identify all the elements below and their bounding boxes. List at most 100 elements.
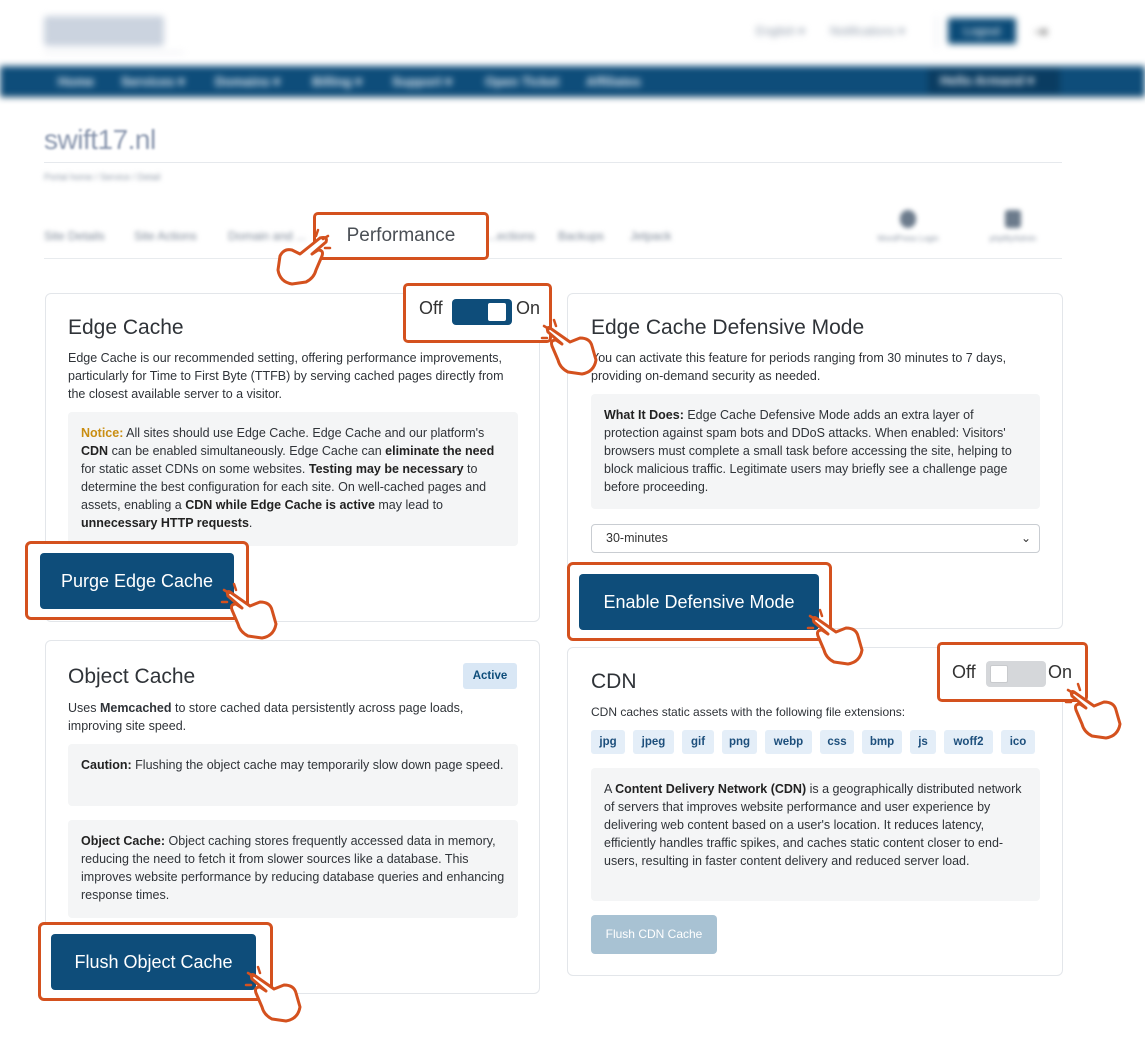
object-cache-info: Object Cache: Object caching stores freq… [68,820,518,918]
ext-badge: css [820,730,854,754]
tab-site-actions[interactable]: Site Actions [134,229,197,243]
ext-badge: jpg [591,730,625,754]
duration-select[interactable]: 30-minutes ⌄ [591,524,1040,553]
notice-testing: Testing may be necessary [308,462,464,476]
status-badge: Active [463,663,517,689]
flush-object-highlight: Flush Object Cache [38,922,273,1001]
defensive-mode-info: What It Does: Edge Cache Defensive Mode … [591,394,1040,509]
edge-cache-toggle[interactable] [452,299,512,325]
pointing-hand-icon [1064,682,1122,740]
memcached-text: Memcached [99,701,172,715]
desc-text: Uses [68,701,100,715]
enable-defensive-mode-button[interactable]: Enable Defensive Mode [579,574,819,630]
wordpress-login-tool[interactable]: WordPress Login [873,210,943,243]
caution-label: Caution: [81,758,132,772]
site-logo[interactable]: swiftHost [44,16,164,46]
flush-cdn-cache-button[interactable]: Flush CDN Cache [591,915,717,954]
phpmyadmin-tool[interactable]: phpMyAdmin [978,210,1048,243]
defensive-mode-description: You can activate this feature for period… [591,351,1007,383]
sign-out-icon[interactable]: ⇥ [1034,22,1047,42]
pointing-hand-icon [276,228,332,286]
cdn-info-text: A [604,782,616,796]
nav-support[interactable]: Support ▾ [392,74,452,90]
ext-badge: png [722,730,757,754]
page-title: swift17.nl [44,124,156,155]
notice-cdn: CDN [81,444,109,458]
ext-badge: jpeg [633,730,674,754]
edge-cache-description: Edge Cache is our recommended setting, o… [68,351,504,401]
flush-object-cache-button[interactable]: Flush Object Cache [51,934,256,990]
object-cache-caution: Caution: Flushing the object cache may t… [68,744,518,806]
pointing-hand-icon [220,582,278,640]
ext-badge: js [910,730,936,754]
pointing-hand-icon [540,318,598,376]
ext-badge: bmp [862,730,902,754]
breadcrumb: Portal home / Service / Detail [44,172,161,182]
chevron-down-icon: ⌄ [1020,531,1031,545]
object-cache-title: Object Cache [68,665,196,688]
notice-eliminate: eliminate the need [385,444,495,458]
cdn-title: CDN [591,670,637,693]
edge-toggle-off-label: Off [419,298,443,318]
pointing-hand-icon [244,965,302,1023]
toggle-knob [990,665,1008,683]
header-divider [936,16,937,48]
top-header: swiftHost English ▾ Notifications ▾ Logo… [0,0,1145,66]
ext-badge: webp [765,730,812,754]
duration-value: 30-minutes [606,531,668,545]
cdn-toggle[interactable] [986,661,1046,687]
what-it-does-label: What It Does: [604,408,684,422]
title-divider [44,162,1062,163]
tab-backups[interactable]: Backups [558,229,604,243]
nav-services[interactable]: Services ▾ [121,74,185,90]
notifications-menu[interactable]: Notifications ▾ [830,24,905,38]
notice-label: Notice: [81,426,124,440]
notice-text: can be enabled simultaneously. Edge Cach… [108,444,386,458]
main-nav: Home Services ▾ Domains ▾ Billing ▾ Supp… [0,66,1145,97]
notice-text: may lead to [374,498,443,512]
tab-site-details[interactable]: Site Details [44,229,105,243]
toggle-knob [488,303,506,321]
logout-button[interactable]: Logout [948,18,1016,44]
nav-home[interactable]: Home [58,74,94,89]
purge-highlight: Purge Edge Cache [25,541,249,620]
notice-cdn-while: CDN while Edge Cache is active [185,498,375,512]
ext-badge: ico [1001,730,1035,754]
enable-defensive-highlight: Enable Defensive Mode [567,562,832,641]
cdn-description: CDN caches static assets with the follow… [591,705,906,719]
cdn-info-bold: Content Delivery Network (CDN) [615,782,807,796]
notice-text: for static asset CDNs on some websites. [81,462,309,476]
edge-cache-title: Edge Cache [68,316,184,339]
edge-toggle-on-label: On [516,298,541,318]
tabs-divider [44,258,1062,259]
purge-edge-cache-button[interactable]: Purge Edge Cache [40,553,234,609]
user-menu[interactable]: Hello Armand ▾ [928,69,1060,93]
notice-unnecessary: unnecessary HTTP requests [81,516,249,530]
language-selector[interactable]: English ▾ [756,24,805,38]
notice-text: . [248,516,253,530]
object-cache-description: Uses Memcached to store cached data pers… [68,699,508,735]
tab-connections[interactable]: ...ections [487,229,535,243]
pointing-hand-icon [806,608,864,666]
ext-badge: gif [682,730,714,754]
edge-cache-toggle-highlight: Off On [403,283,552,343]
tab-performance[interactable]: Performance [313,212,489,260]
wordpress-icon [900,210,916,228]
logo-divider [44,52,184,53]
cdn-toggle-off-label: Off [952,662,976,682]
nav-open-ticket[interactable]: Open Ticket [485,74,559,89]
object-cache-info-label: Object Cache: [81,834,166,848]
defensive-mode-title: Edge Cache Defensive Mode [591,316,865,339]
cdn-info: A Content Delivery Network (CDN) is a ge… [591,768,1040,901]
database-icon [1005,210,1021,228]
tab-jetpack[interactable]: Jetpack [630,229,671,243]
wordpress-login-label: WordPress Login [877,234,939,243]
ext-badge: woff2 [944,730,993,754]
caution-text: Flushing the object cache may temporaril… [131,758,504,772]
phpmyadmin-label: phpMyAdmin [989,234,1037,243]
edge-cache-notice: Notice: All sites should use Edge Cache.… [68,412,518,546]
nav-affiliates[interactable]: Affiliates [586,74,641,89]
nav-domains[interactable]: Domains ▾ [215,74,280,90]
nav-billing[interactable]: Billing ▾ [312,74,362,90]
notice-text: All sites should use Edge Cache. Edge Ca… [123,426,485,440]
